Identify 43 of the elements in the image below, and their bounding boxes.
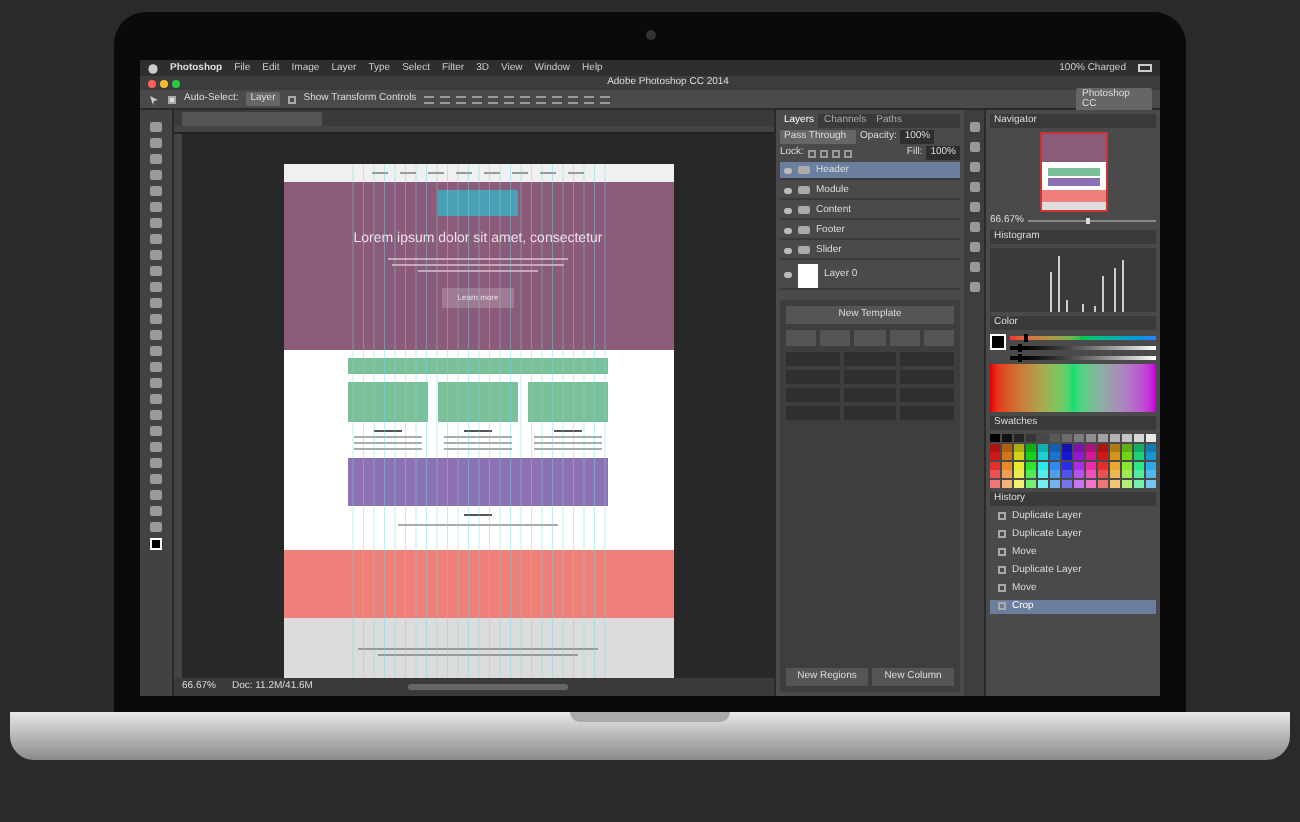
visibility-eye-icon[interactable] — [784, 167, 792, 173]
history-step-icon — [998, 548, 1006, 556]
zoom-button[interactable] — [172, 79, 180, 87]
history-step-icon — [998, 584, 1006, 592]
auto-select-checkbox[interactable] — [168, 95, 176, 103]
feature-card — [348, 382, 428, 450]
section-heading-line — [464, 514, 492, 516]
nav-link-line — [456, 172, 472, 174]
layer-thumbnail — [798, 263, 818, 287]
zoom-slider-thumb[interactable] — [1085, 218, 1090, 224]
slider-thumb[interactable] — [1024, 334, 1029, 342]
swatch-grid-drawing[interactable] — [990, 434, 1156, 487]
color-spectrum[interactable] — [990, 364, 1156, 412]
foreground-color-swatch[interactable] — [990, 334, 1006, 350]
battery-icon — [1138, 64, 1152, 72]
nav-link-line — [568, 172, 584, 174]
slider-thumb[interactable] — [1017, 354, 1022, 362]
feature-card — [528, 382, 608, 450]
nav-link-line — [484, 172, 500, 174]
nav-link-line — [400, 172, 416, 174]
history-step-icon — [998, 602, 1006, 610]
navigator-preview — [1039, 132, 1107, 212]
feature-card — [438, 382, 518, 450]
slider-thumb[interactable] — [1017, 344, 1022, 352]
visibility-eye-icon[interactable] — [784, 272, 792, 278]
visibility-eye-icon[interactable] — [784, 187, 792, 193]
history-step-icon — [998, 530, 1006, 538]
horizontal-scrollbar[interactable] — [408, 684, 569, 690]
nav-link-line — [428, 172, 444, 174]
close-button[interactable] — [148, 79, 156, 87]
history-step-icon — [998, 512, 1006, 520]
visibility-eye-icon[interactable] — [784, 207, 792, 213]
color-swatch-icon[interactable] — [150, 538, 162, 550]
history-step-icon — [998, 566, 1006, 574]
logo-block — [438, 190, 518, 216]
nav-link-line — [372, 172, 388, 174]
visibility-eye-icon[interactable] — [784, 227, 792, 233]
visibility-eye-icon[interactable] — [784, 247, 792, 253]
minimize-button[interactable] — [160, 79, 168, 87]
camera-icon — [646, 30, 656, 40]
transform-checkbox[interactable] — [287, 95, 296, 103]
nav-link-line — [512, 172, 528, 174]
nav-link-line — [540, 172, 556, 174]
